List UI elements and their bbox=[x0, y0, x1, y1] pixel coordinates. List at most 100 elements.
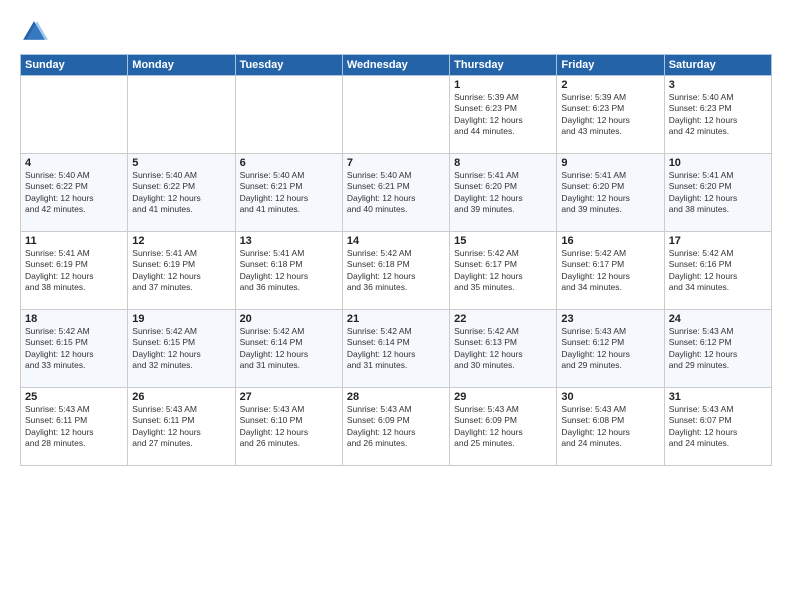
calendar-cell: 25Sunrise: 5:43 AM Sunset: 6:11 PM Dayli… bbox=[21, 388, 128, 466]
day-of-week-header: Saturday bbox=[664, 55, 771, 76]
calendar-cell: 3Sunrise: 5:40 AM Sunset: 6:23 PM Daylig… bbox=[664, 76, 771, 154]
calendar-cell: 18Sunrise: 5:42 AM Sunset: 6:15 PM Dayli… bbox=[21, 310, 128, 388]
calendar-cell: 2Sunrise: 5:39 AM Sunset: 6:23 PM Daylig… bbox=[557, 76, 664, 154]
day-info: Sunrise: 5:42 AM Sunset: 6:18 PM Dayligh… bbox=[347, 248, 445, 294]
day-info: Sunrise: 5:43 AM Sunset: 6:10 PM Dayligh… bbox=[240, 404, 338, 450]
day-of-week-header: Tuesday bbox=[235, 55, 342, 76]
calendar-cell: 1Sunrise: 5:39 AM Sunset: 6:23 PM Daylig… bbox=[450, 76, 557, 154]
calendar-cell: 11Sunrise: 5:41 AM Sunset: 6:19 PM Dayli… bbox=[21, 232, 128, 310]
calendar-cell: 26Sunrise: 5:43 AM Sunset: 6:11 PM Dayli… bbox=[128, 388, 235, 466]
day-number: 22 bbox=[454, 313, 552, 325]
day-info: Sunrise: 5:43 AM Sunset: 6:12 PM Dayligh… bbox=[669, 326, 767, 372]
day-info: Sunrise: 5:40 AM Sunset: 6:21 PM Dayligh… bbox=[240, 170, 338, 216]
day-info: Sunrise: 5:39 AM Sunset: 6:23 PM Dayligh… bbox=[454, 92, 552, 138]
day-number: 8 bbox=[454, 157, 552, 169]
calendar-cell: 17Sunrise: 5:42 AM Sunset: 6:16 PM Dayli… bbox=[664, 232, 771, 310]
calendar-cell: 4Sunrise: 5:40 AM Sunset: 6:22 PM Daylig… bbox=[21, 154, 128, 232]
day-info: Sunrise: 5:42 AM Sunset: 6:13 PM Dayligh… bbox=[454, 326, 552, 372]
calendar-cell: 14Sunrise: 5:42 AM Sunset: 6:18 PM Dayli… bbox=[342, 232, 449, 310]
calendar-week-row: 18Sunrise: 5:42 AM Sunset: 6:15 PM Dayli… bbox=[21, 310, 772, 388]
calendar-cell bbox=[21, 76, 128, 154]
day-info: Sunrise: 5:41 AM Sunset: 6:20 PM Dayligh… bbox=[454, 170, 552, 216]
calendar-week-row: 1Sunrise: 5:39 AM Sunset: 6:23 PM Daylig… bbox=[21, 76, 772, 154]
day-number: 28 bbox=[347, 391, 445, 403]
day-info: Sunrise: 5:42 AM Sunset: 6:14 PM Dayligh… bbox=[347, 326, 445, 372]
logo bbox=[20, 18, 52, 46]
day-number: 12 bbox=[132, 235, 230, 247]
day-number: 2 bbox=[561, 79, 659, 91]
calendar-cell: 21Sunrise: 5:42 AM Sunset: 6:14 PM Dayli… bbox=[342, 310, 449, 388]
calendar-cell: 19Sunrise: 5:42 AM Sunset: 6:15 PM Dayli… bbox=[128, 310, 235, 388]
day-info: Sunrise: 5:43 AM Sunset: 6:11 PM Dayligh… bbox=[132, 404, 230, 450]
day-info: Sunrise: 5:43 AM Sunset: 6:11 PM Dayligh… bbox=[25, 404, 123, 450]
day-number: 24 bbox=[669, 313, 767, 325]
day-number: 23 bbox=[561, 313, 659, 325]
day-number: 25 bbox=[25, 391, 123, 403]
calendar-cell bbox=[128, 76, 235, 154]
day-number: 14 bbox=[347, 235, 445, 247]
page-header bbox=[20, 18, 772, 46]
calendar-table: SundayMondayTuesdayWednesdayThursdayFrid… bbox=[20, 54, 772, 466]
day-number: 4 bbox=[25, 157, 123, 169]
calendar-cell: 24Sunrise: 5:43 AM Sunset: 6:12 PM Dayli… bbox=[664, 310, 771, 388]
day-info: Sunrise: 5:42 AM Sunset: 6:15 PM Dayligh… bbox=[132, 326, 230, 372]
day-number: 16 bbox=[561, 235, 659, 247]
calendar-cell: 30Sunrise: 5:43 AM Sunset: 6:08 PM Dayli… bbox=[557, 388, 664, 466]
day-of-week-header: Sunday bbox=[21, 55, 128, 76]
day-number: 10 bbox=[669, 157, 767, 169]
day-number: 15 bbox=[454, 235, 552, 247]
day-number: 5 bbox=[132, 157, 230, 169]
day-info: Sunrise: 5:41 AM Sunset: 6:20 PM Dayligh… bbox=[561, 170, 659, 216]
day-number: 6 bbox=[240, 157, 338, 169]
day-info: Sunrise: 5:43 AM Sunset: 6:12 PM Dayligh… bbox=[561, 326, 659, 372]
day-number: 18 bbox=[25, 313, 123, 325]
day-number: 17 bbox=[669, 235, 767, 247]
calendar-cell: 29Sunrise: 5:43 AM Sunset: 6:09 PM Dayli… bbox=[450, 388, 557, 466]
calendar-cell: 13Sunrise: 5:41 AM Sunset: 6:18 PM Dayli… bbox=[235, 232, 342, 310]
day-info: Sunrise: 5:39 AM Sunset: 6:23 PM Dayligh… bbox=[561, 92, 659, 138]
calendar-cell: 12Sunrise: 5:41 AM Sunset: 6:19 PM Dayli… bbox=[128, 232, 235, 310]
day-number: 11 bbox=[25, 235, 123, 247]
day-info: Sunrise: 5:40 AM Sunset: 6:22 PM Dayligh… bbox=[25, 170, 123, 216]
day-info: Sunrise: 5:43 AM Sunset: 6:09 PM Dayligh… bbox=[347, 404, 445, 450]
calendar-cell: 31Sunrise: 5:43 AM Sunset: 6:07 PM Dayli… bbox=[664, 388, 771, 466]
calendar-cell bbox=[235, 76, 342, 154]
day-number: 7 bbox=[347, 157, 445, 169]
calendar-header-row: SundayMondayTuesdayWednesdayThursdayFrid… bbox=[21, 55, 772, 76]
day-of-week-header: Thursday bbox=[450, 55, 557, 76]
day-info: Sunrise: 5:40 AM Sunset: 6:22 PM Dayligh… bbox=[132, 170, 230, 216]
day-number: 31 bbox=[669, 391, 767, 403]
calendar-cell: 27Sunrise: 5:43 AM Sunset: 6:10 PM Dayli… bbox=[235, 388, 342, 466]
calendar-cell: 10Sunrise: 5:41 AM Sunset: 6:20 PM Dayli… bbox=[664, 154, 771, 232]
calendar-cell: 23Sunrise: 5:43 AM Sunset: 6:12 PM Dayli… bbox=[557, 310, 664, 388]
calendar-cell: 8Sunrise: 5:41 AM Sunset: 6:20 PM Daylig… bbox=[450, 154, 557, 232]
day-info: Sunrise: 5:42 AM Sunset: 6:17 PM Dayligh… bbox=[454, 248, 552, 294]
calendar-week-row: 4Sunrise: 5:40 AM Sunset: 6:22 PM Daylig… bbox=[21, 154, 772, 232]
calendar-cell bbox=[342, 76, 449, 154]
day-info: Sunrise: 5:42 AM Sunset: 6:15 PM Dayligh… bbox=[25, 326, 123, 372]
day-info: Sunrise: 5:41 AM Sunset: 6:20 PM Dayligh… bbox=[669, 170, 767, 216]
day-info: Sunrise: 5:41 AM Sunset: 6:18 PM Dayligh… bbox=[240, 248, 338, 294]
logo-icon bbox=[20, 18, 48, 46]
day-info: Sunrise: 5:41 AM Sunset: 6:19 PM Dayligh… bbox=[132, 248, 230, 294]
day-info: Sunrise: 5:42 AM Sunset: 6:17 PM Dayligh… bbox=[561, 248, 659, 294]
calendar-cell: 28Sunrise: 5:43 AM Sunset: 6:09 PM Dayli… bbox=[342, 388, 449, 466]
day-number: 3 bbox=[669, 79, 767, 91]
day-number: 20 bbox=[240, 313, 338, 325]
calendar-cell: 5Sunrise: 5:40 AM Sunset: 6:22 PM Daylig… bbox=[128, 154, 235, 232]
day-number: 13 bbox=[240, 235, 338, 247]
day-of-week-header: Friday bbox=[557, 55, 664, 76]
day-info: Sunrise: 5:40 AM Sunset: 6:21 PM Dayligh… bbox=[347, 170, 445, 216]
calendar-cell: 6Sunrise: 5:40 AM Sunset: 6:21 PM Daylig… bbox=[235, 154, 342, 232]
day-number: 19 bbox=[132, 313, 230, 325]
calendar-week-row: 25Sunrise: 5:43 AM Sunset: 6:11 PM Dayli… bbox=[21, 388, 772, 466]
day-number: 9 bbox=[561, 157, 659, 169]
day-info: Sunrise: 5:42 AM Sunset: 6:14 PM Dayligh… bbox=[240, 326, 338, 372]
calendar-cell: 22Sunrise: 5:42 AM Sunset: 6:13 PM Dayli… bbox=[450, 310, 557, 388]
calendar-cell: 9Sunrise: 5:41 AM Sunset: 6:20 PM Daylig… bbox=[557, 154, 664, 232]
day-of-week-header: Wednesday bbox=[342, 55, 449, 76]
day-number: 30 bbox=[561, 391, 659, 403]
calendar-cell: 15Sunrise: 5:42 AM Sunset: 6:17 PM Dayli… bbox=[450, 232, 557, 310]
day-info: Sunrise: 5:40 AM Sunset: 6:23 PM Dayligh… bbox=[669, 92, 767, 138]
day-info: Sunrise: 5:43 AM Sunset: 6:08 PM Dayligh… bbox=[561, 404, 659, 450]
